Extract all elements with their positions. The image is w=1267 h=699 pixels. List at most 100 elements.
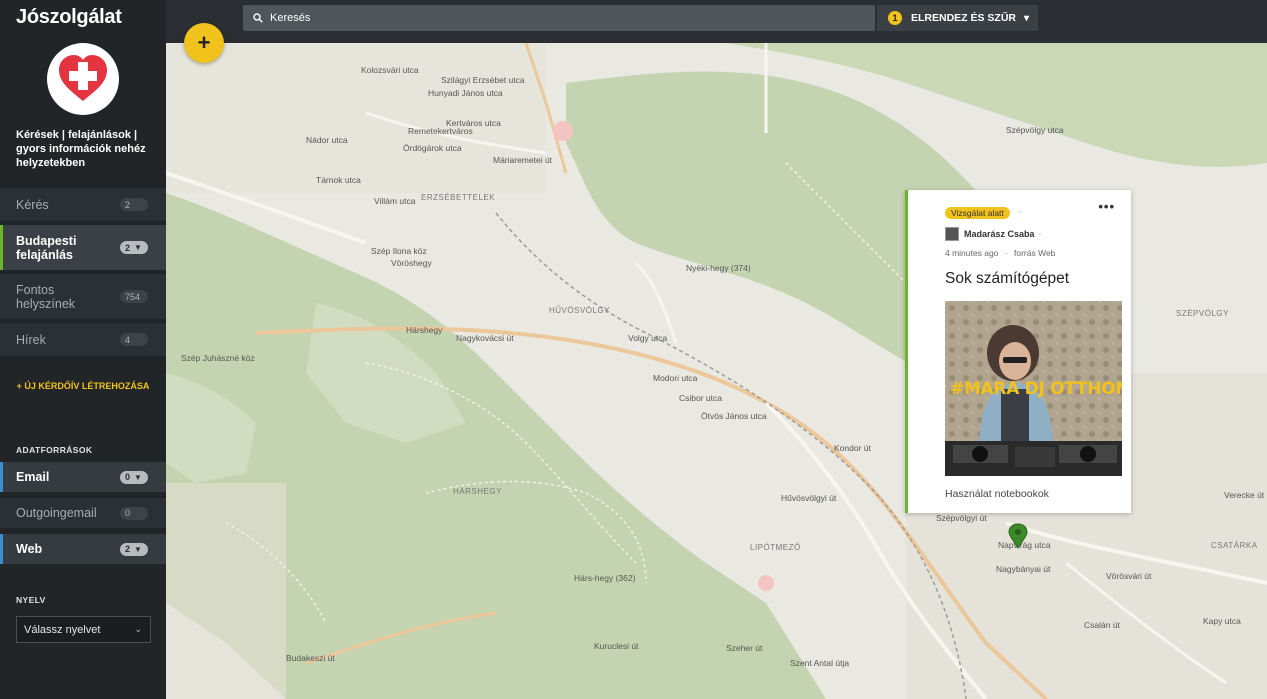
map-label: Hárshegy: [406, 325, 443, 335]
data-sources-heading: ADATFORRÁSOK: [16, 445, 93, 455]
map-label: Kuruclesi út: [594, 641, 639, 651]
app-description: Kérések | felajánlások | gyors informáci…: [16, 129, 146, 169]
map-label: Remetekertváros: [408, 126, 473, 136]
count-badge[interactable]: 0 ▼: [120, 470, 148, 484]
language-heading: NYELV: [16, 595, 46, 605]
post-source: forrás Web: [1014, 248, 1056, 258]
map-district-label: LIPÓTMEZŐ: [750, 543, 801, 552]
map-label: Tárnok utca: [316, 175, 361, 185]
count-badge[interactable]: 2 ▼: [120, 542, 148, 556]
map-label: Ördögárok utca: [403, 143, 462, 153]
map-label: Szépvölgy utca: [1006, 125, 1064, 135]
sort-filter-button[interactable]: 1 ELRENDEZ ÉS SZŰR ▾: [877, 5, 1038, 31]
map-label: Modori utca: [653, 373, 698, 383]
map-label: Hűvösvölgyi út: [781, 493, 837, 503]
map-label: Volgy utca: [628, 333, 668, 343]
filter-count-badge: 1: [888, 11, 902, 25]
map-label: Vöröshegy: [391, 258, 432, 268]
map-label: Ötvös János utca: [701, 411, 767, 421]
status-badge: Vizsgálat alatt: [945, 207, 1010, 219]
map-district-label: CSATÁRKA: [1211, 541, 1258, 550]
map-label: Budakeszi út: [286, 653, 335, 663]
sidebar-item-label: Fontos helyszínek: [16, 282, 76, 311]
image-overlay-text: #MARA DJ OTTHON: [950, 379, 1122, 399]
sidebar-item-budapesti-felajanlas[interactable]: Budapesti felajánlás 2 ▼: [0, 225, 166, 270]
chevron-down-icon: ▼: [134, 544, 142, 554]
app-title: Jószolgálat: [16, 6, 122, 28]
post-time: 4 minutes ago: [945, 248, 999, 258]
map-label: Hárs-hegy (362): [574, 573, 636, 583]
sidebar-item-label: Kérés: [16, 197, 49, 212]
map-label: Kondor út: [834, 443, 871, 453]
sidebar-item-hirek[interactable]: Hírek 4: [0, 323, 166, 356]
chevron-down-icon: ⌄: [134, 624, 142, 634]
post-caption: Használat notebookok: [945, 488, 1049, 500]
map-district-label: ERZSÉBETTELEK: [421, 193, 496, 202]
map-label: Verecke út: [1224, 490, 1265, 500]
map-label: Nyéki-hegy (374): [686, 263, 751, 273]
count-badge: 0: [120, 506, 148, 520]
sidebar-item-keres[interactable]: Kérés 2: [0, 188, 166, 221]
top-bar: Keresés 1 ELRENDEZ ÉS SZŰR ▾: [166, 0, 1267, 43]
map-label: Szép Juhászné köz: [181, 353, 255, 363]
map-district-label: HŰVÖSVÖLGY: [549, 306, 611, 315]
add-post-button[interactable]: +: [184, 23, 224, 63]
map-label: Vörösvári út: [1106, 571, 1152, 581]
sidebar-item-label: Hírek: [16, 332, 46, 347]
map-label: Villám utca: [374, 196, 416, 206]
data-source-email[interactable]: Email 0 ▼: [0, 462, 166, 492]
map-label: Máriaremetei út: [493, 155, 553, 165]
data-source-label: Web: [16, 542, 43, 556]
data-source-label: Outgoingemail: [16, 506, 97, 520]
map-label: Nagybányai út: [996, 564, 1051, 574]
new-survey-button[interactable]: + ÚJ KÉRDŐÍV LÉTREHOZÁSA: [16, 380, 150, 393]
chevron-down-icon: ▾: [1024, 12, 1030, 24]
app-logo: [47, 43, 119, 115]
more-options-button[interactable]: •••: [1098, 199, 1115, 214]
search-input[interactable]: Keresés: [243, 5, 875, 31]
count-badge[interactable]: 2 ▼: [120, 241, 148, 254]
separator-dot: ·: [1004, 248, 1008, 258]
data-source-outgoingemail[interactable]: Outgoingemail 0: [0, 498, 166, 528]
map-label: Szeher út: [726, 643, 763, 653]
language-select-value: Válassz nyelvet: [24, 623, 101, 636]
separator-dot: ·: [1038, 229, 1042, 239]
separator-dot: ·: [1019, 206, 1022, 216]
map-label: Kapy utca: [1203, 616, 1241, 626]
count-badge: 754: [120, 290, 148, 303]
map-pin[interactable]: [1008, 523, 1028, 554]
map-label: Nagykovácsi út: [456, 333, 514, 343]
map-label: Kolozsvári utca: [361, 65, 419, 75]
sidebar-item-fontos-helyszinek[interactable]: Fontos helyszínek 754: [0, 274, 166, 319]
map-marker-icon: [1008, 523, 1028, 549]
map-label: Csalán út: [1084, 620, 1120, 630]
map-label: Szépvölgyi út: [936, 513, 987, 523]
map-label: Szent Antal útja: [790, 658, 850, 668]
sort-filter-label: ELRENDEZ ÉS SZŰR: [911, 12, 1017, 24]
count-badge: 4: [120, 333, 148, 346]
post-author: Madarász Csaba ·: [945, 227, 1042, 241]
chevron-down-icon: ▼: [134, 472, 142, 482]
chevron-down-icon: ▼: [134, 243, 142, 252]
data-source-web[interactable]: Web 2 ▼: [0, 534, 166, 564]
map-label: Szép Ilona köz: [371, 246, 427, 256]
avatar: [945, 227, 959, 241]
map-district-label: SZÉPVÖLGY: [1176, 309, 1229, 318]
search-icon: [253, 13, 263, 23]
post-title[interactable]: Sok számítógépet: [945, 270, 1069, 288]
map-label: Hunyadi János utca: [428, 88, 503, 98]
author-name: Madarász Csaba: [964, 229, 1035, 239]
sidebar-item-label: Budapesti felajánlás: [16, 233, 77, 262]
data-source-label: Email: [16, 470, 50, 484]
language-select[interactable]: Válassz nyelvet ⌄: [16, 616, 151, 643]
post-meta: 4 minutes ago · forrás Web: [945, 248, 1055, 258]
search-placeholder: Keresés: [270, 12, 311, 24]
map-label: Csibor utca: [679, 393, 722, 403]
map-label: Szilágyi Erzsébet utca: [441, 75, 525, 85]
count-badge: 2: [120, 198, 148, 211]
map-district-label: HÁRSHEGY: [453, 487, 502, 496]
sidebar: Jószolgálat Kérések | felajánlások | gyo…: [0, 0, 166, 699]
post-image[interactable]: #MARA DJ OTTHON: [945, 301, 1122, 476]
heart-cross-icon: [59, 55, 107, 101]
post-popup-card[interactable]: Vizsgálat alatt · ••• Madarász Csaba · 4…: [905, 190, 1131, 513]
